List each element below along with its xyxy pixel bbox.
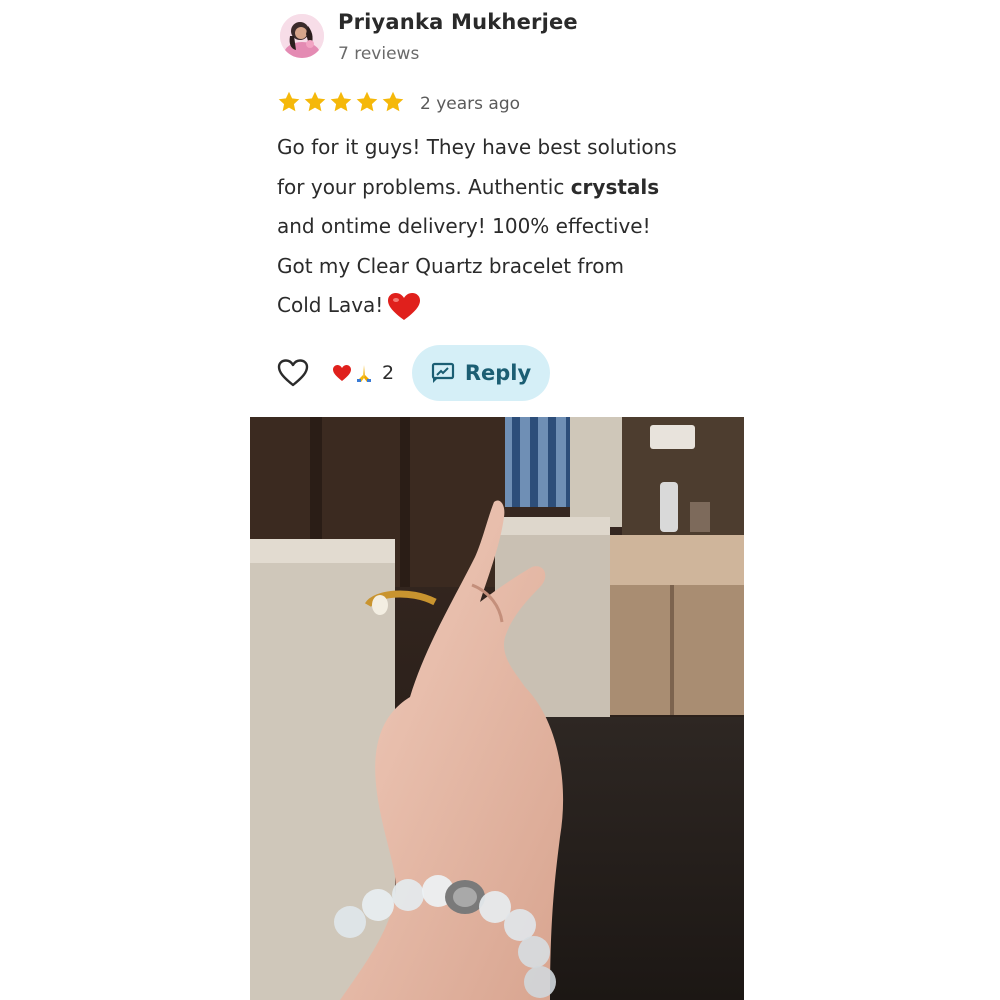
star-rating [277, 90, 405, 114]
review-line: Go for it guys! They have best solutions [277, 135, 677, 159]
red-heart-emoji-icon [388, 292, 421, 320]
review-line: for your problems. Authentic crystals [277, 168, 737, 208]
review-line: Got my Clear Quartz bracelet from [277, 253, 624, 278]
star-icon [330, 91, 352, 112]
avatar[interactable] [280, 14, 324, 58]
star-icon [304, 91, 326, 112]
star-icon [382, 91, 404, 112]
red-heart-reaction-icon [333, 365, 351, 381]
review-text-highlight: crystals [570, 174, 660, 199]
review-line: and ontime delivery! 100% effective! [277, 214, 651, 239]
heart-outline-icon[interactable] [277, 358, 309, 388]
review-time: 2 years ago [420, 94, 521, 114]
avatar-image [280, 14, 324, 58]
reply-button[interactable]: Reply [412, 345, 550, 401]
review-photo[interactable] [250, 417, 744, 1000]
reaction-summary[interactable]: 2 [332, 362, 394, 384]
author-review-count: 7 reviews [338, 44, 420, 64]
star-icon [356, 91, 378, 112]
reply-icon [431, 362, 454, 383]
review-text-fragment: Cold Lava! [277, 293, 384, 318]
review-text-fragment: for your problems. Authentic [277, 174, 571, 199]
reply-label: Reply [464, 361, 532, 385]
review-line: Cold Lava! [277, 286, 737, 326]
review-text: Go for it guys! They have best solutions… [277, 128, 737, 326]
folded-hands-reaction-icon [357, 365, 371, 382]
reaction-count: 2 [382, 362, 395, 384]
author-name[interactable]: Priyanka Mukherjee [338, 10, 578, 34]
star-icon [278, 91, 300, 112]
review-card: Priyanka Mukherjee 7 reviews 2 years ago… [250, 0, 744, 1000]
